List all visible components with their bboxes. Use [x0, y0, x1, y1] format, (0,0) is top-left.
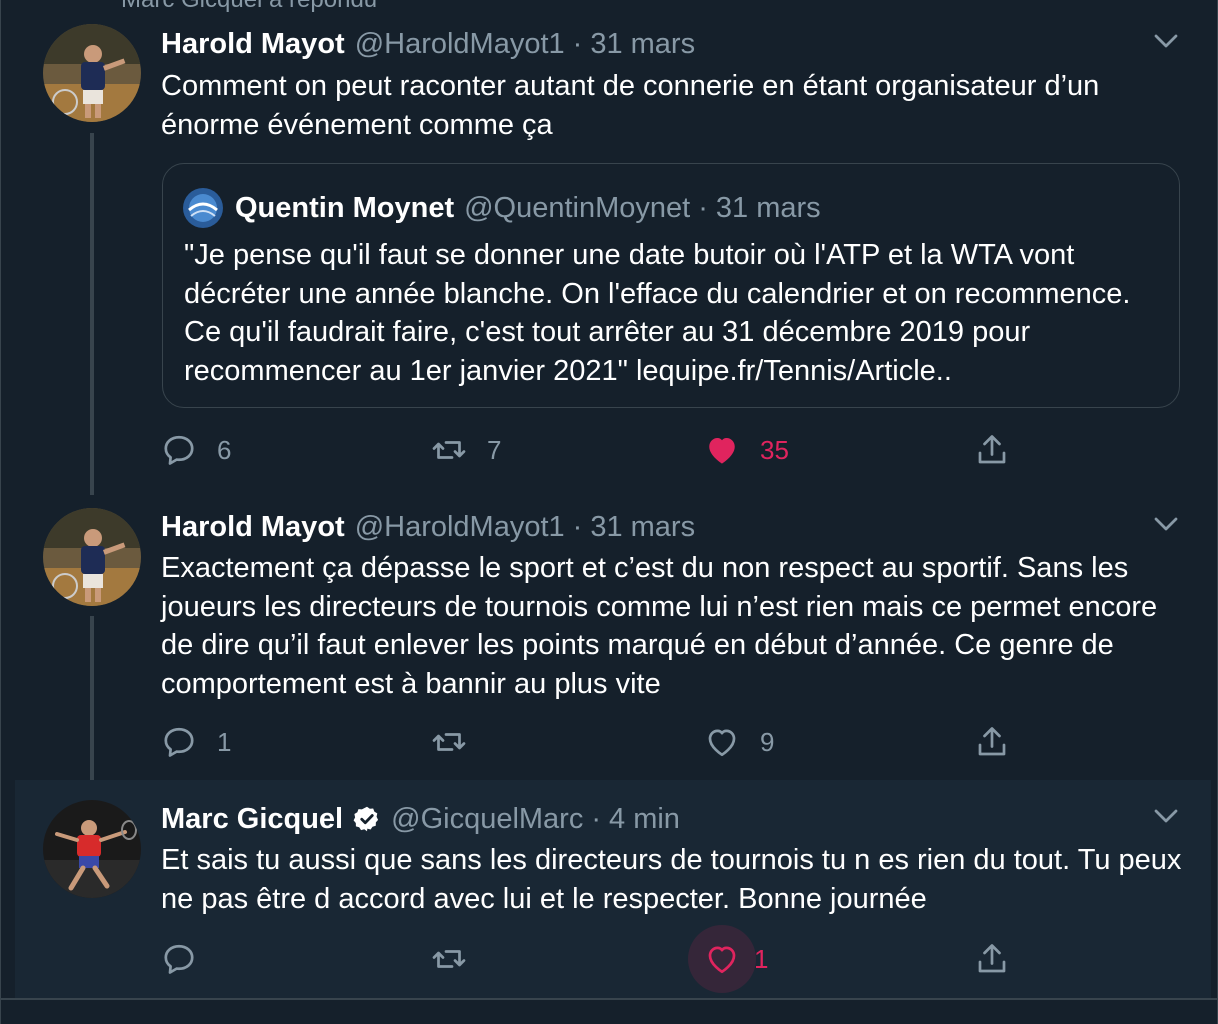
like-count: 1	[754, 943, 769, 974]
retweet-icon	[432, 950, 466, 968]
tweet-actions: 6 7 35	[161, 428, 1031, 472]
separator-dot: ·	[572, 510, 583, 543]
separator-dot: ·	[572, 27, 583, 60]
retweet-icon	[432, 733, 466, 751]
reply-button[interactable]: 1	[161, 720, 231, 764]
tweet-actions: 1	[161, 925, 1031, 993]
reply-icon	[164, 727, 194, 757]
share-button[interactable]	[974, 937, 1010, 981]
heart-outline-icon	[708, 729, 736, 757]
like-button[interactable]: 35	[704, 428, 789, 472]
chevron-down-icon[interactable]	[1151, 509, 1181, 539]
tweet-timestamp[interactable]: 31 mars	[590, 28, 695, 61]
like-button[interactable]: 9	[704, 720, 774, 764]
reply-icon	[164, 944, 194, 974]
chevron-down-icon[interactable]	[1151, 801, 1181, 831]
quoted-tweet[interactable]: Quentin Moynet @QuentinMoynet · 31 mars …	[162, 163, 1180, 408]
author-handle[interactable]: @GicquelMarc	[391, 803, 583, 836]
tweet-header: Harold Mayot @HaroldMayot1 · 31 mars	[161, 509, 695, 545]
quoted-tweet-header: Quentin Moynet @QuentinMoynet · 31 mars	[183, 188, 821, 228]
avatar-harold-mayot[interactable]	[43, 508, 141, 606]
retweet-button[interactable]: 7	[431, 428, 501, 472]
share-icon	[978, 727, 1006, 756]
reply-icon	[164, 435, 194, 465]
avatar-quentin-moynet	[183, 188, 223, 228]
thread-connector	[90, 133, 94, 495]
thread-connector	[90, 616, 94, 788]
quoted-author-name: Quentin Moynet	[235, 191, 455, 224]
author-handle[interactable]: @HaroldMayot1	[355, 511, 565, 544]
quoted-author-handle: @QuentinMoynet	[464, 191, 691, 224]
avatar-harold-mayot[interactable]	[43, 24, 141, 122]
tweet-1[interactable]: Harold Mayot @HaroldMayot1 · 31 mars Com…	[1, 0, 1217, 500]
like-button[interactable]: 1	[688, 925, 769, 993]
tweet-timestamp[interactable]: 31 mars	[590, 511, 695, 544]
retweet-icon	[432, 441, 466, 459]
like-count: 35	[760, 434, 789, 465]
author-name[interactable]: Marc Gicquel	[161, 803, 343, 836]
tweet-text: Exactement ça dépasse le sport et c’est …	[161, 552, 1158, 700]
quoted-timestamp: 31 mars	[715, 191, 821, 224]
author-handle[interactable]: @HaroldMayot1	[355, 28, 565, 61]
share-icon	[978, 944, 1006, 973]
verified-badge-icon	[353, 806, 379, 832]
tweet-divider	[1, 998, 1217, 1000]
tweet-header: Marc Gicquel @GicquelMarc · 4 min	[161, 801, 680, 837]
reply-count: 1	[217, 726, 232, 757]
tweet-2[interactable]: Harold Mayot @HaroldMayot1 · 31 mars Exa…	[1, 500, 1217, 788]
reply-button[interactable]	[161, 937, 217, 981]
heart-icon	[709, 438, 735, 464]
tweet-actions: 1 9	[161, 720, 1031, 764]
separator-dot: ·	[591, 802, 602, 835]
like-count: 9	[760, 726, 775, 757]
chevron-down-icon[interactable]	[1151, 26, 1181, 56]
author-name[interactable]: Harold Mayot	[161, 28, 345, 61]
share-button[interactable]	[974, 720, 1010, 764]
tweet-text: Comment on peut raconter autant de conne…	[161, 70, 1100, 141]
tweet-text: Et sais tu aussi que sans les directeurs…	[161, 844, 1182, 915]
author-name[interactable]: Harold Mayot	[161, 511, 345, 544]
separator-dot: ·	[698, 191, 708, 224]
quoted-tweet-text: "Je pense qu'il faut se donner une date …	[184, 239, 1131, 387]
reply-count: 6	[217, 434, 232, 465]
retweet-count: 7	[487, 434, 502, 465]
retweet-button[interactable]	[431, 720, 487, 764]
retweet-button[interactable]	[431, 937, 487, 981]
heart-outline-icon	[708, 946, 736, 974]
tweet-3[interactable]: Marc Gicquel @GicquelMarc · 4 min Et sai…	[1, 780, 1217, 998]
share-button[interactable]	[974, 428, 1010, 472]
share-icon	[978, 435, 1006, 464]
reply-button[interactable]: 6	[161, 428, 231, 472]
tweet-header: Harold Mayot @HaroldMayot1 · 31 mars	[161, 26, 695, 62]
avatar-marc-gicquel[interactable]	[43, 800, 141, 898]
tweet-timestamp[interactable]: 4 min	[609, 803, 680, 836]
conversation-timeline: Marc Gicquel a répondu Harold Mayot @Har…	[0, 0, 1218, 1024]
